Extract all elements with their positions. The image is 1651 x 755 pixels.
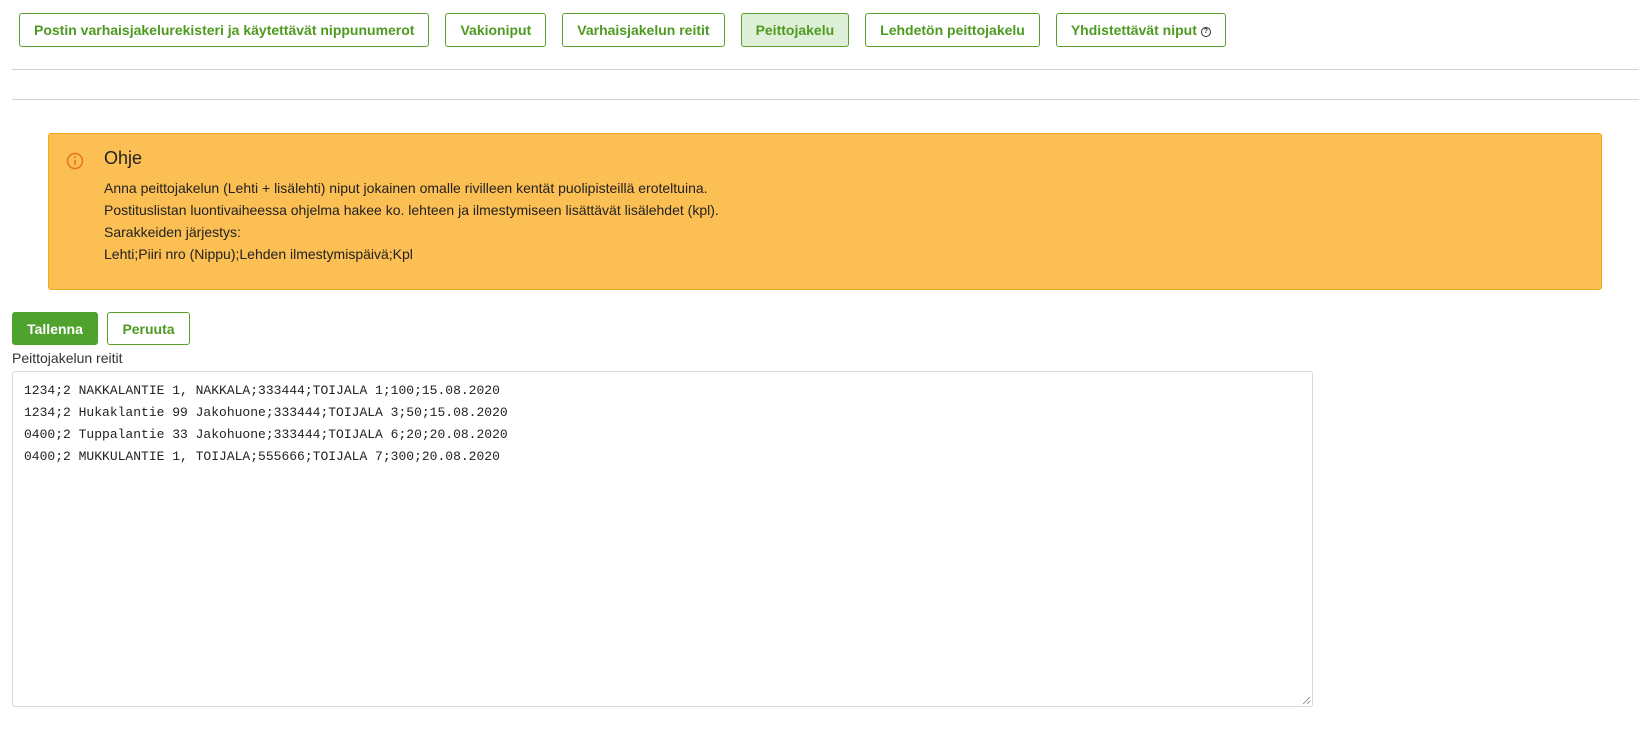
divider [12, 99, 1639, 100]
tab-lehdeton-peittojakelu[interactable]: Lehdetön peittojakelu [865, 13, 1040, 47]
tab-bar: Postin varhaisjakelurekisteri ja käytett… [19, 13, 1242, 47]
divider [12, 69, 1639, 70]
alert-line: Postituslistan luontivaiheessa ohjelma h… [104, 202, 719, 218]
help-alert: Ohje Anna peittojakelun (Lehti + lisäleh… [48, 133, 1602, 290]
cancel-button[interactable]: Peruuta [107, 312, 190, 345]
info-icon [66, 152, 84, 170]
tab-varhaisjakelun-reitit[interactable]: Varhaisjakelun reitit [562, 13, 725, 47]
tab-postin-varhaisjakelurekisteri[interactable]: Postin varhaisjakelurekisteri ja käytett… [19, 13, 430, 47]
alert-line: Anna peittojakelun (Lehti + lisälehti) n… [104, 180, 708, 196]
tab-peittojakelu[interactable]: Peittojakelu [740, 13, 850, 47]
tab-yhdistettavat-niput[interactable]: Yhdistettävät niput ? [1055, 13, 1226, 47]
tab-label: Yhdistettävät niput [1070, 22, 1197, 38]
alert-title: Ohje [104, 148, 143, 168]
alert-body: Anna peittojakelun (Lehti + lisälehti) n… [104, 177, 719, 265]
resize-grip-icon[interactable] [1302, 696, 1311, 705]
save-button[interactable]: Tallenna [12, 312, 98, 345]
routes-textarea[interactable]: 1234;2 NAKKALANTIE 1, NAKKALA;333444;TOI… [12, 371, 1313, 707]
help-icon[interactable]: ? [1200, 26, 1211, 37]
alert-line: Sarakkeiden järjestys: [104, 224, 241, 240]
routes-field-label: Peittojakelun reitit [12, 350, 123, 366]
tab-vakioniput[interactable]: Vakioniput [445, 13, 547, 47]
alert-line: Lehti;Piiri nro (Nippu);Lehden ilmestymi… [104, 246, 413, 262]
